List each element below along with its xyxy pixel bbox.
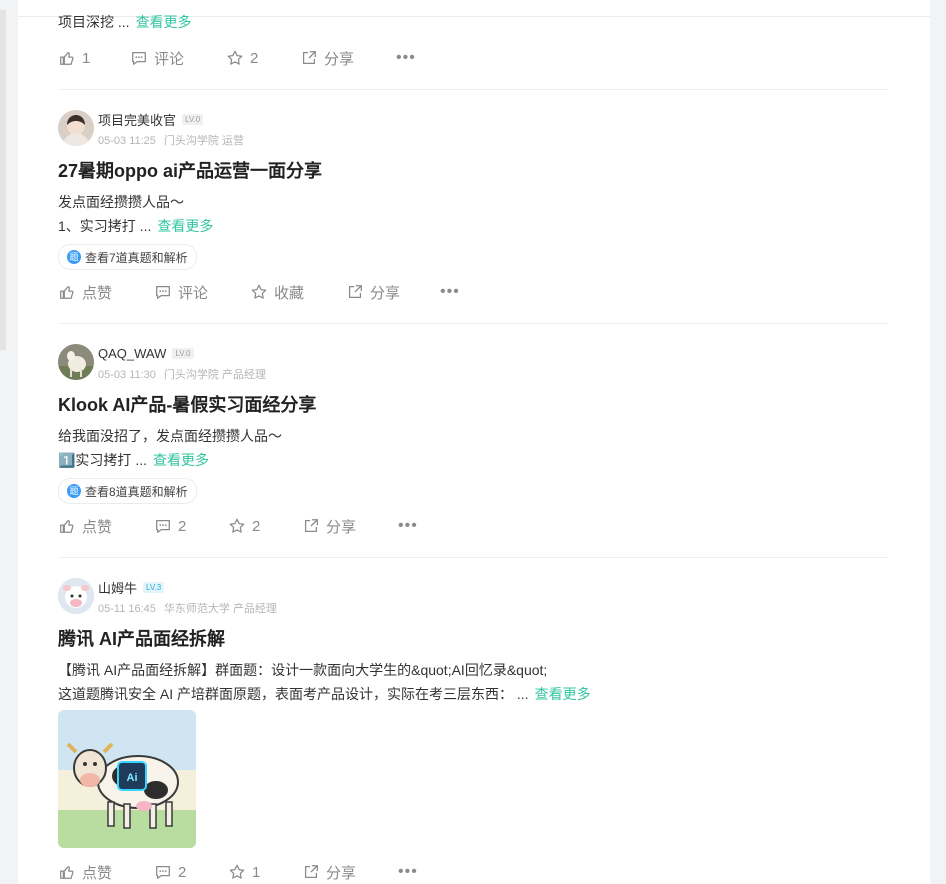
see-more-link[interactable]: 查看更多 xyxy=(157,218,213,234)
post-author: 山姆牛 LV.3 05-11 16:45 华东师范大学 产品经理 xyxy=(58,578,888,618)
comment-button[interactable]: 评论 xyxy=(130,48,226,69)
post-title[interactable]: 腾讯 AI产品面经拆解 xyxy=(58,624,888,654)
like-button[interactable]: 点赞 xyxy=(58,862,154,883)
left-scroll-edge xyxy=(0,10,6,350)
author-name[interactable]: 山姆牛 xyxy=(98,578,137,597)
post-line: 1️⃣实习拷打 ... 查看更多 xyxy=(58,452,209,468)
avatar[interactable] xyxy=(58,578,94,614)
thumbs-up-icon xyxy=(60,286,74,299)
comment-button[interactable]: 2 xyxy=(154,517,228,535)
author-name[interactable]: 项目完美收官 xyxy=(98,110,176,129)
share-button[interactable]: 分享 xyxy=(346,282,440,303)
post-line: 1、实习拷打 ... 查看更多 xyxy=(58,218,214,234)
share-button[interactable]: 分享 xyxy=(302,862,398,883)
post-line: 发点面经攒攒人品～ xyxy=(58,194,184,210)
share-icon xyxy=(304,865,318,879)
star-icon xyxy=(229,518,245,533)
favorite-button[interactable]: 2 xyxy=(228,517,302,535)
favorite-button[interactable]: 2 xyxy=(226,49,300,67)
star-icon xyxy=(229,864,245,879)
question-chip[interactable]: 题查看8道真题和解析 xyxy=(58,478,197,504)
see-more-link[interactable]: 查看更多 xyxy=(153,452,209,468)
right-background xyxy=(930,0,946,884)
comment-icon xyxy=(156,519,170,533)
question-icon: 题 xyxy=(67,484,81,498)
share-button[interactable]: 分享 xyxy=(302,516,398,537)
post-card: 项目深挖 ... 查看更多 1 评论 2 分享 ••• xyxy=(58,0,888,90)
post-actions: 点赞 2 1 分享 ••• xyxy=(58,860,418,884)
post-card: QAQ_WAW LV.0 05-03 11:30 门头沟学院 产品经理 Klook … xyxy=(58,344,888,558)
post-actions: 点赞 2 2 分享 ••• xyxy=(58,514,418,538)
post-image[interactable]: Ai xyxy=(58,710,196,848)
thumbs-up-icon xyxy=(60,866,74,879)
like-button[interactable]: 点赞 xyxy=(58,282,154,303)
chip-label: Ai xyxy=(127,772,138,784)
post-title[interactable]: Klook AI产品-暑假实习面经分享 xyxy=(58,390,888,420)
thumbs-up-icon xyxy=(60,52,74,65)
post-actions: 1 评论 2 分享 ••• xyxy=(58,46,416,70)
level-badge: LV.0 xyxy=(172,347,194,359)
comment-button[interactable]: 评论 xyxy=(154,282,250,303)
post-title[interactable]: 27暑期oppo ai产品运营一面分享 xyxy=(58,156,888,186)
comment-icon xyxy=(132,51,146,65)
post-line: 【腾讯 AI产品面经拆解】群面题：设计一款面向大学生的&quot;AI回忆录&q… xyxy=(58,662,548,678)
share-icon xyxy=(304,519,318,533)
thumbs-up-icon xyxy=(60,520,74,533)
more-options-icon[interactable]: ••• xyxy=(398,517,418,535)
comment-icon xyxy=(156,285,170,299)
comment-icon xyxy=(156,865,170,879)
post-meta: 05-03 11:30 门头沟学院 产品经理 xyxy=(98,369,266,381)
post-line: 给我面没招了，发点面经攒攒人品～ xyxy=(58,428,282,444)
question-chip[interactable]: 题查看7道真题和解析 xyxy=(58,244,197,270)
post-author: 项目完美收官 LV.0 05-03 11:25 门头沟学院 运营 xyxy=(58,110,888,150)
level-badge: LV.3 xyxy=(143,581,165,593)
favorite-button[interactable]: 1 xyxy=(228,863,302,881)
left-background xyxy=(0,0,18,884)
post-meta: 05-11 16:45 华东师范大学 产品经理 xyxy=(98,603,277,615)
post-author: QAQ_WAW LV.0 05-03 11:30 门头沟学院 产品经理 xyxy=(58,344,888,384)
like-button[interactable]: 1 xyxy=(58,49,130,67)
post-card: 山姆牛 LV.3 05-11 16:45 华东师范大学 产品经理 腾讯 AI产品面经… xyxy=(58,578,888,884)
share-button[interactable]: 分享 xyxy=(300,48,396,69)
star-icon xyxy=(227,50,243,65)
post-meta: 05-03 11:25 门头沟学院 运营 xyxy=(98,135,244,147)
level-badge: LV.0 xyxy=(182,113,204,125)
comment-button[interactable]: 2 xyxy=(154,863,228,881)
share-icon xyxy=(302,51,316,65)
like-button[interactable]: 点赞 xyxy=(58,516,154,537)
share-icon xyxy=(348,285,362,299)
post-actions: 点赞 评论 收藏 分享 ••• xyxy=(58,280,460,304)
more-options-icon[interactable]: ••• xyxy=(440,283,460,301)
star-icon xyxy=(251,284,267,299)
favorite-button[interactable]: 收藏 xyxy=(250,282,346,303)
author-name[interactable]: QAQ_WAW xyxy=(98,346,166,361)
post-card: 项目完美收官 LV.0 05-03 11:25 门头沟学院 运营 27暑期oppo … xyxy=(58,110,888,324)
question-icon: 题 xyxy=(67,250,81,264)
post-line: 这道题腾讯安全 AI 产培群面原题，表面考产品设计，实际在考三层东西： ... 查… xyxy=(58,686,591,702)
more-options-icon[interactable]: ••• xyxy=(398,863,418,881)
see-more-link[interactable]: 查看更多 xyxy=(535,686,591,702)
avatar[interactable] xyxy=(58,344,94,380)
more-options-icon[interactable]: ••• xyxy=(396,49,416,67)
post-snippet: 项目深挖 ... 查看更多 xyxy=(58,14,192,30)
see-more-link[interactable]: 查看更多 xyxy=(136,14,192,30)
avatar[interactable] xyxy=(58,110,94,146)
